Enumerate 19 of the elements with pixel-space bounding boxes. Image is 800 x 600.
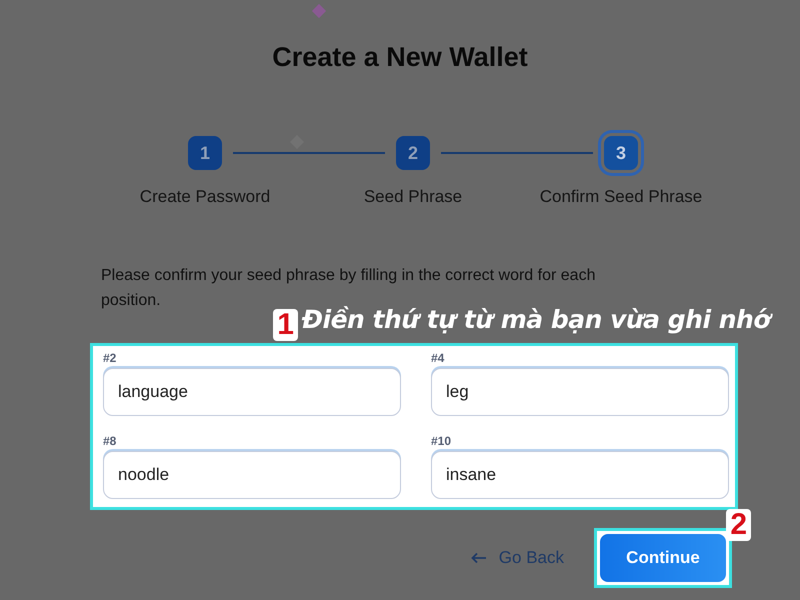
- callout-number: 1: [273, 309, 298, 341]
- step-label: Confirm Seed Phrase: [538, 187, 704, 207]
- step-label: Create Password: [138, 187, 272, 207]
- page-title: Create a New Wallet: [271, 41, 529, 74]
- field-label: #8: [103, 434, 116, 448]
- input-field[interactable]: noodle: [103, 451, 401, 499]
- field-label: #2: [103, 351, 116, 365]
- arrow-left-icon: [470, 552, 487, 564]
- input-field[interactable]: language: [103, 368, 401, 416]
- field-label: #4: [431, 351, 444, 365]
- step-number: 1: [188, 136, 222, 170]
- step-label: Seed Phrase: [362, 187, 464, 207]
- step-number: 3: [604, 136, 638, 170]
- continue-button[interactable]: Continue: [600, 534, 726, 582]
- input-field[interactable]: leg: [431, 368, 729, 416]
- callout-number: 2: [726, 509, 751, 541]
- input-field[interactable]: insane: [431, 451, 729, 499]
- step-number: 2: [396, 136, 430, 170]
- field-label: #10: [431, 434, 452, 448]
